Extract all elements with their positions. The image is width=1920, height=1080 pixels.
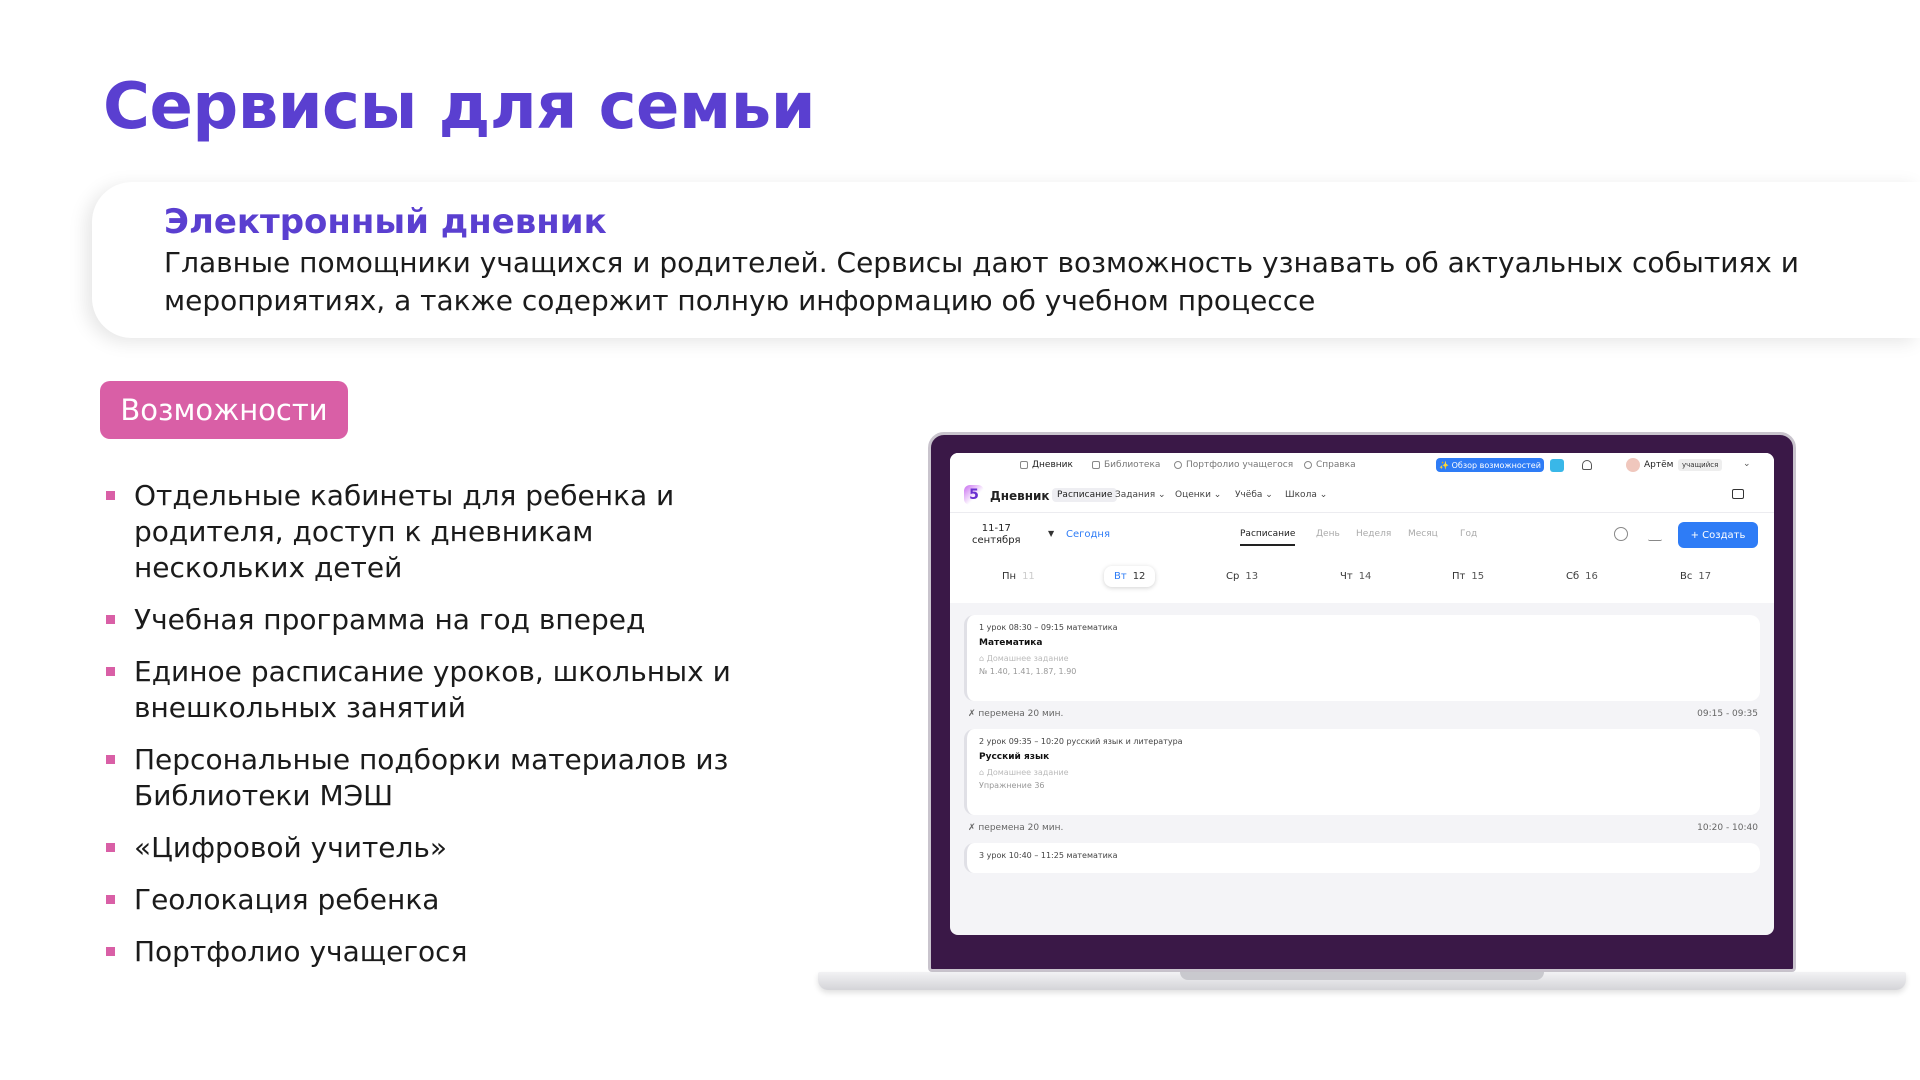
settings-icon[interactable] [1614,527,1628,541]
laptop-notch [1180,972,1544,980]
topbar-item-diary[interactable]: Дневник [1020,460,1073,470]
library-icon [1092,461,1100,469]
day-thu[interactable]: Чт 14 [1340,571,1371,582]
schedule-toolbar: 11-17 сентября ▼ Сегодня Расписание День… [950,513,1774,557]
homework-icon: ⌂ [979,654,987,663]
announcement-icon[interactable] [1732,489,1744,499]
card-title: Электронный дневник [164,202,607,242]
info-card: Электронный дневник Главные помощники уч… [92,182,1920,338]
laptop-frame: Дневник Библиотека Портфолио учащегося С… [928,432,1796,972]
page-title: Сервисы для семьи [103,70,816,144]
features-badge: Возможности [100,381,348,439]
feature-item: «Цифровой учитель» [104,830,744,866]
overview-button[interactable]: ✨ Обзор возможностей [1436,458,1544,472]
lesson-card[interactable]: 2 урок 09:35 – 10:20 русский язык и лите… [964,729,1760,815]
break-row: ✗ перемена 20 мин. 10:20 - 10:40 [968,823,1758,833]
bell-icon[interactable] [1582,460,1592,470]
bullet-icon [106,895,115,904]
day-sun[interactable]: Вс 17 [1680,571,1711,582]
view-tab-day[interactable]: День [1316,529,1340,539]
view-tab-year[interactable]: Год [1460,529,1477,539]
feature-item: Портфолио учащегося [104,934,744,970]
nav-tab-tasks[interactable]: Задания ⌄ [1110,488,1171,502]
feature-item: Единое расписание уроков, школьных и вне… [104,654,744,726]
nav-tab-grades[interactable]: Оценки ⌄ [1170,488,1226,502]
bullet-icon [106,843,115,852]
day-sat[interactable]: Сб 16 [1566,571,1598,582]
topbar-item-library[interactable]: Библиотека [1092,460,1160,470]
homework-icon: ⌂ [979,768,987,777]
break-icon: ✗ [968,709,979,719]
bullet-icon [106,755,115,764]
break-icon: ✗ [968,823,979,833]
day-wed[interactable]: Ср 13 [1226,571,1258,582]
day-tue-selected[interactable]: Вт 12 [1104,566,1156,587]
help-icon [1304,461,1312,469]
feature-item: Геолокация ребенка [104,882,744,918]
feature-item: Отдельные кабинеты для ребенка и родител… [104,478,744,586]
view-tab-schedule[interactable]: Расписание [1240,529,1296,546]
card-text: Главные помощники учащихся и родителей. … [164,246,1799,317]
features-list: Отдельные кабинеты для ребенка и родител… [104,478,744,986]
app-navbar: 5 Дневник Расписание Задания ⌄ Оценки ⌄ … [950,477,1774,513]
nav-tab-study[interactable]: Учёба ⌄ [1230,488,1278,502]
user-role-badge[interactable]: учащийся [1678,459,1723,471]
bullet-icon [106,667,115,676]
app-square-icon[interactable] [1550,459,1564,472]
avatar[interactable] [1626,458,1640,472]
portfolio-icon [1174,461,1182,469]
chevron-down-icon[interactable]: ⌄ [1743,459,1751,469]
nav-tab-school[interactable]: Школа ⌄ [1280,488,1332,502]
bullet-icon [106,491,115,500]
top-bar: Дневник Библиотека Портфолио учащегося С… [950,453,1774,477]
view-tab-month[interactable]: Месяц [1408,529,1438,539]
topbar-item-help[interactable]: Справка [1304,460,1356,470]
laptop-screen: Дневник Библиотека Портфолио учащегося С… [950,453,1774,935]
bullet-icon [106,947,115,956]
day-fri[interactable]: Пт 15 [1452,571,1484,582]
topbar-item-portfolio[interactable]: Портфолио учащегося [1174,460,1293,470]
week-days: Пн 11 Вт 12 Ср 13 Чт 14 Пт 15 Сб 16 Вс 17 [950,557,1774,603]
user-name[interactable]: Артём [1644,460,1673,470]
today-link[interactable]: Сегодня [1066,529,1110,540]
view-tab-week[interactable]: Неделя [1356,529,1391,539]
caret-down-icon[interactable]: ▼ [1048,529,1054,538]
app-logo: 5 [964,485,984,505]
feature-item: Учебная программа на год вперед [104,602,744,638]
diary-icon [1020,461,1028,469]
create-button[interactable]: + Создать [1678,522,1758,548]
download-icon[interactable] [1648,527,1662,541]
break-row: ✗ перемена 20 мин. 09:15 - 09:35 [968,709,1758,719]
lesson-card[interactable]: 1 урок 08:30 – 09:15 математика Математи… [964,615,1760,701]
day-mon[interactable]: Пн 11 [1002,571,1035,582]
lesson-card[interactable]: 3 урок 10:40 – 11:25 математика [964,843,1760,873]
date-range-picker[interactable]: 11-17 сентября [972,523,1021,547]
feature-item: Персональные подборки материалов из Библ… [104,742,744,814]
bullet-icon [106,615,115,624]
nav-tab-schedule[interactable]: Расписание [1052,488,1118,502]
app-name: Дневник [990,489,1050,503]
